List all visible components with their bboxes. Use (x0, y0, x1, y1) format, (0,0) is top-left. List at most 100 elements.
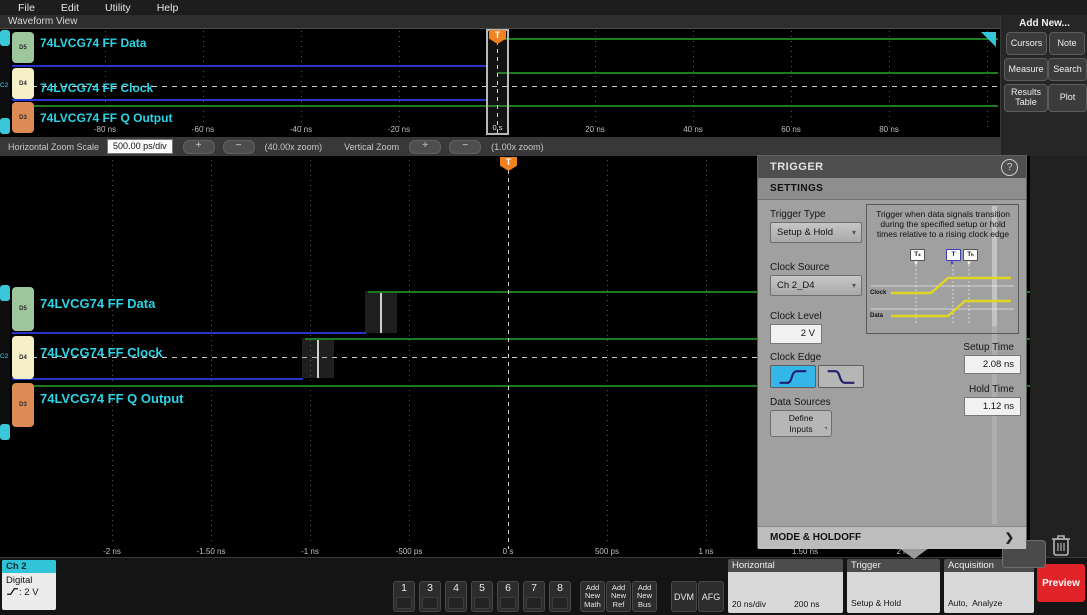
channel-4-button[interactable]: 4 (445, 581, 467, 612)
add-cursors-button[interactable]: Cursors (1006, 32, 1047, 55)
data-waveform-high (497, 38, 998, 40)
clock-level-label: Clock Level (770, 311, 822, 322)
add-new-ref-button[interactable]: Add New Ref (606, 581, 631, 612)
horizontal-badge[interactable]: Horizontal 20 ns/div SR: 6.25 GS/s RL: 1… (728, 559, 843, 613)
trigger-type: Setup & Hold (851, 597, 940, 609)
trigger-marker-icon[interactable]: T (500, 157, 517, 171)
settings-section-label: SETTINGS (770, 183, 823, 194)
clock-waveform-high (497, 72, 998, 74)
data-waveform-low (12, 65, 487, 67)
channel-3-button[interactable]: 3 (419, 581, 441, 612)
zoom-flag-icon[interactable] (981, 32, 996, 47)
menu-file[interactable]: File (18, 2, 35, 14)
help-icon[interactable]: ? (1001, 159, 1018, 176)
gridline (301, 31, 302, 127)
add-results-table-button[interactable]: Results Table (1004, 84, 1048, 112)
right-side-area (1030, 156, 1087, 557)
scrollbar-handle-bottom[interactable] (0, 118, 10, 134)
vzoom-plus-button[interactable]: + (409, 140, 441, 154)
add-measure-button[interactable]: Measure (1004, 58, 1048, 81)
trigger-marker-icon: T▼ (946, 249, 961, 261)
channel-tab-d5[interactable]: D5 (12, 287, 34, 331)
hzoom-plus-button[interactable]: + (183, 140, 215, 154)
hold-time-input[interactable]: 1.12 ns (964, 397, 1021, 416)
scrollbar-handle-top[interactable] (0, 285, 10, 301)
trigger-panel-title: TRIGGER (770, 161, 824, 173)
scrollbar-handle-top[interactable] (0, 30, 10, 46)
channel-tab-d5[interactable]: D5 (12, 32, 34, 63)
trigger-description-text: Trigger when data signals transition dur… (870, 209, 1016, 239)
trigger-source-marker: C2 (0, 82, 8, 89)
clock-source-dropdown[interactable]: Ch 2_D4 ▾ (770, 275, 862, 296)
channel-1-button[interactable]: 1 (393, 581, 415, 612)
channel-label-qoutput[interactable]: 74LVCG74 FF Q Output (40, 111, 172, 125)
channel-tab-d4[interactable]: D4 (12, 336, 34, 379)
add-note-button[interactable]: Note (1049, 32, 1085, 55)
horizontal-zoom-scale-input[interactable]: 500.00 ps/div (107, 139, 173, 154)
mode-holdoff-label: MODE & HOLDOFF (770, 532, 861, 543)
setup-time-input[interactable]: 2.08 ns (964, 355, 1021, 374)
channel-tab-d3[interactable]: D3 (12, 383, 34, 427)
channel-7-button[interactable]: 7 (523, 581, 545, 612)
waveform-overview[interactable]: T 0 s C2 D5 D4 D3 74LVCG74 FF Data 74LVC… (0, 29, 1000, 137)
channel-tab-d3[interactable]: D3 (12, 102, 34, 133)
define-inputs-button[interactable]: Define Inputs › (770, 410, 832, 437)
axis-tick: 0 s (483, 547, 533, 556)
channel-label-clock[interactable]: 74LVCG74 FF Clock (40, 345, 163, 360)
gridline (211, 160, 212, 542)
add-search-button[interactable]: Search (1048, 58, 1087, 81)
channel-label-qoutput[interactable]: 74LVCG74 FF Q Output (40, 391, 184, 406)
channel-scrollbar[interactable] (0, 285, 10, 440)
rising-edge-icon (775, 367, 811, 387)
add-plot-button[interactable]: Plot (1048, 84, 1087, 112)
hold-time-marker-icon: Tₕ▼ (963, 249, 978, 261)
channel2-badge[interactable]: Ch 2 Digital : 2 V (2, 560, 56, 610)
trash-icon[interactable] (1048, 531, 1074, 564)
trigger-type-label: Trigger Type (770, 209, 826, 220)
channel-tab-d4[interactable]: D4 (12, 68, 34, 99)
chevron-down-icon: ▾ (852, 276, 856, 295)
channel2-threshold: : 2 V (19, 587, 39, 598)
dvm-button[interactable]: DVM (671, 581, 697, 612)
trigger-badge[interactable]: Trigger Setup & Hold S: 2.08 ns H: 1.12 … (847, 559, 940, 613)
channel-label-data[interactable]: 74LVCG74 FF Data (40, 36, 146, 50)
channel-label-data[interactable]: 74LVCG74 FF Data (40, 296, 155, 311)
menu-help[interactable]: Help (157, 2, 179, 14)
trigger-source-marker: C2 (0, 353, 8, 360)
diagram-clock-wave (891, 278, 1011, 293)
panel-pointer (899, 548, 929, 559)
trigger-description-box: Trigger when data signals transition dur… (866, 204, 1019, 334)
data-waveform-low (12, 332, 366, 334)
channel-5-button[interactable]: 5 (471, 581, 493, 612)
channel-label-clock[interactable]: 74LVCG74 FF Clock (40, 81, 153, 95)
channel-6-button[interactable]: 6 (497, 581, 519, 612)
axis-tick: -60 ns (178, 125, 228, 134)
hzoom-minus-button[interactable]: − (223, 140, 255, 154)
waveform-view-title: Waveform View (8, 16, 77, 27)
zoom-window-box[interactable] (486, 29, 509, 135)
menu-edit[interactable]: Edit (61, 2, 79, 14)
rising-edge-button[interactable] (770, 365, 816, 388)
trigger-type-dropdown[interactable]: Setup & Hold ▾ (770, 222, 862, 243)
mode-holdoff-section[interactable]: MODE & HOLDOFF ❯ (758, 526, 1026, 549)
settings-section-header[interactable]: SETTINGS (758, 178, 1026, 200)
oscilloscope-app: File Edit Utility Help Waveform View T 0… (0, 0, 1087, 615)
horizontal-zoom-scale-label: Horizontal Zoom Scale (8, 142, 99, 152)
add-new-bus-button[interactable]: Add New Bus (632, 581, 657, 612)
menu-utility[interactable]: Utility (105, 2, 131, 14)
trigger-panel-header[interactable]: TRIGGER ? (758, 156, 1026, 178)
bottom-bar: Ch 2 Digital : 2 V 1 3 4 5 6 7 8 Add New… (0, 557, 1087, 615)
axis-tick: 40 ns (668, 125, 718, 134)
falling-edge-button[interactable] (818, 365, 864, 388)
zoom-controls-bar: Horizontal Zoom Scale 500.00 ps/div + − … (0, 137, 1087, 157)
clock-level-input[interactable]: 2 V (770, 324, 822, 344)
add-new-math-button[interactable]: Add New Math (580, 581, 605, 612)
acquisition-mode: Auto, Analyze (948, 597, 1034, 609)
afg-button[interactable]: AFG (698, 581, 724, 612)
preview-button[interactable]: Preview (1037, 564, 1085, 602)
trigger-position-line (508, 170, 509, 549)
vzoom-minus-button[interactable]: − (449, 140, 481, 154)
channel-8-button[interactable]: 8 (549, 581, 571, 612)
diagram-clock-label: Clock (870, 290, 886, 296)
scrollbar-handle-bottom[interactable] (0, 424, 10, 440)
